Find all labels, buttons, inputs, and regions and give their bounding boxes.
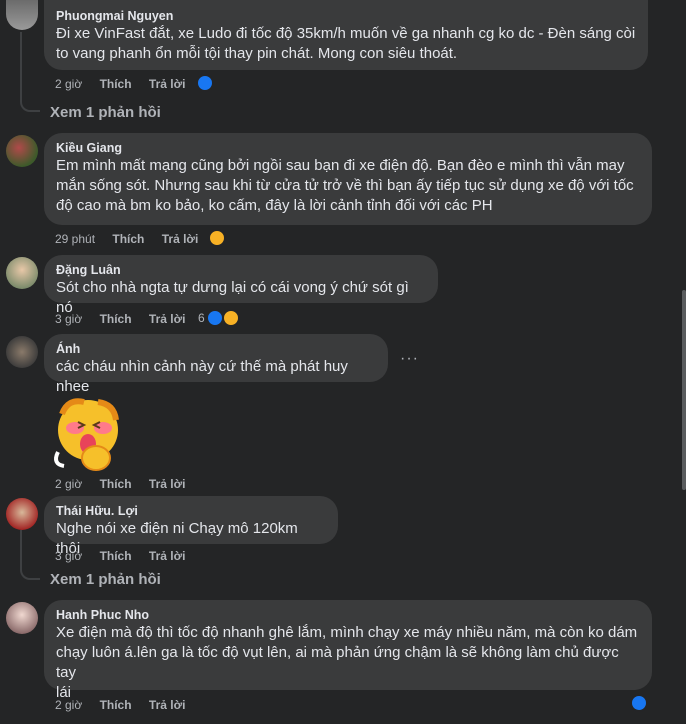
avatar[interactable]: [6, 257, 38, 289]
comment-bubble: Đặng Luân Sót cho nhà ngta tự dưng lại c…: [44, 255, 438, 316]
view-replies-link[interactable]: Xem 1 phản hồi: [50, 570, 161, 590]
thread-curve: [20, 566, 40, 580]
thread-line: [20, 32, 22, 98]
comment-text-line: chạy luôn á.lên ga là tốc độ vụt lên, ai…: [56, 644, 619, 681]
avatar[interactable]: [6, 0, 38, 30]
comment-text-line: Xe điện mà độ thì tốc độ nhanh ghê lắm, …: [56, 624, 638, 641]
reply-button[interactable]: Trả lời: [149, 77, 186, 91]
comment-actions: 2 giờ Thích Trả lời: [55, 697, 199, 713]
thread-line: [20, 530, 22, 566]
comment-bubble: Hanh Phuc Nho Xe điện mà độ thì tốc độ n…: [44, 600, 652, 701]
comment-author[interactable]: Ánh: [56, 341, 376, 357]
like-button[interactable]: Thích: [100, 77, 132, 91]
like-button[interactable]: Thích: [100, 698, 132, 712]
comment-bubble: Thái Hữu. Lợi Nghe nói xe điện ni Chạy m…: [44, 496, 338, 557]
sticker-image: [48, 394, 126, 474]
comment-bubble: Phuongmai Nguyen Đi xe VinFast đắt, xe L…: [44, 0, 648, 70]
comment-text-line: Đi xe VinFast đắt, xe Ludo đi tốc độ 35k…: [56, 25, 636, 42]
comment-time[interactable]: 3 giờ: [55, 549, 82, 563]
sad-reaction-icon[interactable]: [208, 229, 226, 247]
reply-button[interactable]: Trả lời: [149, 477, 186, 491]
comment-time[interactable]: 29 phút: [55, 232, 95, 246]
comment-time[interactable]: 2 giờ: [55, 477, 82, 491]
avatar[interactable]: [6, 135, 38, 167]
comment-actions: 2 giờ Thích Trả lời: [55, 476, 199, 492]
more-options-button[interactable]: ···: [400, 350, 419, 368]
reply-button[interactable]: Trả lời: [149, 312, 186, 326]
comment-author[interactable]: Đặng Luân: [56, 262, 426, 278]
comment-text-line: mắn sống sót. Nhưng sau khi từ cửa tử tr…: [56, 177, 634, 194]
comment-text-line: Em mình mất mạng cũng bởi ngồi sau bạn đ…: [56, 157, 625, 174]
comment-author[interactable]: Hanh Phuc Nho: [56, 607, 640, 623]
reply-button[interactable]: Trả lời: [149, 549, 186, 563]
scrollbar[interactable]: [682, 290, 686, 490]
like-reaction-icon[interactable]: [196, 74, 214, 92]
comment-actions: 2 giờ Thích Trả lời: [55, 76, 199, 92]
avatar[interactable]: [6, 602, 38, 634]
comment-actions: 29 phút Thích Trả lời: [55, 231, 212, 247]
reply-button[interactable]: Trả lời: [149, 698, 186, 712]
comment-bubble: Kiều Giang Em mình mất mạng cũng bởi ngồ…: [44, 133, 652, 225]
comment-time[interactable]: 2 giờ: [55, 698, 82, 712]
like-button[interactable]: Thích: [100, 549, 132, 563]
sad-reaction-icon[interactable]: [222, 309, 240, 327]
like-button[interactable]: Thích: [100, 477, 132, 491]
like-button[interactable]: Thích: [112, 232, 144, 246]
thread-curve: [20, 98, 40, 112]
comment-text-line: độ cao mà bm ko bảo, ko cấm, đây là lời …: [56, 197, 493, 214]
comment-text-line: to vang phanh ổn mỗi tội thay pin chát. …: [56, 45, 458, 62]
view-replies-link[interactable]: Xem 1 phản hồi: [50, 103, 161, 123]
avatar[interactable]: [6, 336, 38, 368]
like-reaction-icon[interactable]: [630, 694, 648, 712]
reaction-count[interactable]: 6: [198, 311, 205, 325]
comment-time[interactable]: 2 giờ: [55, 77, 82, 91]
comment-actions: 3 giờ Thích Trả lời: [55, 548, 199, 564]
sticker-icon: [54, 398, 119, 471]
comment-bubble: Ánh các cháu nhìn cảnh này cứ thế mà phá…: [44, 334, 388, 395]
comment-author[interactable]: Phuongmai Nguyen: [56, 8, 636, 24]
comment-text-line: các cháu nhìn cảnh này cứ thế mà phát hu…: [56, 358, 348, 395]
comment-actions: 3 giờ Thích Trả lời: [55, 311, 199, 327]
comment-author[interactable]: Thái Hữu. Lợi: [56, 503, 326, 519]
reply-button[interactable]: Trả lời: [162, 232, 199, 246]
like-button[interactable]: Thích: [100, 312, 132, 326]
avatar[interactable]: [6, 498, 38, 530]
comment-time[interactable]: 3 giờ: [55, 312, 82, 326]
comment-author[interactable]: Kiều Giang: [56, 140, 640, 156]
